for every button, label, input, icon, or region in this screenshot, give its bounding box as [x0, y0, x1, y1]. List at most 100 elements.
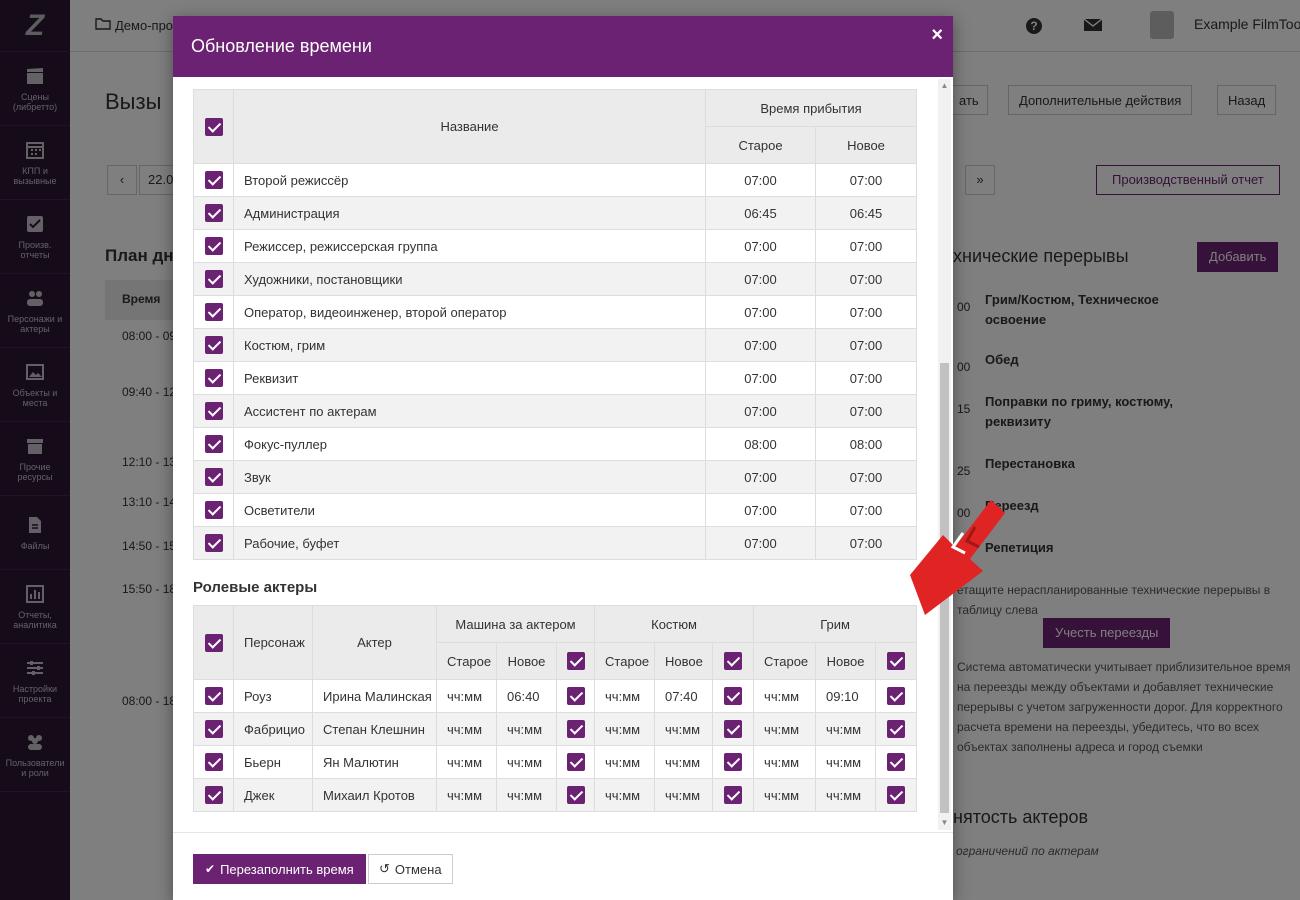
crew-name: Ассистент по актерам: [233, 394, 706, 428]
costume-old-time: чч:мм: [594, 778, 656, 812]
crew-new-time[interactable]: 07:00: [814, 394, 918, 428]
cancel-label: Отмена: [394, 861, 442, 877]
crew-name: Художники, постановщики: [233, 262, 706, 296]
actor-row-checkbox[interactable]: [193, 778, 234, 812]
costume-new-time[interactable]: чч:мм: [654, 745, 714, 779]
scroll-up-icon[interactable]: ▲: [938, 79, 951, 93]
crew-old-time: 07:00: [705, 328, 816, 362]
actor-name: Ирина Малинская: [312, 679, 437, 713]
crew-new-time[interactable]: 07:00: [814, 295, 918, 329]
makeup-new-time[interactable]: чч:мм: [815, 712, 877, 746]
costume-checkbox[interactable]: [712, 679, 755, 713]
crew-old-time: 07:00: [705, 295, 816, 329]
car-new-time[interactable]: чч:мм: [496, 778, 557, 812]
select-all-actors-checkbox[interactable]: [193, 605, 234, 680]
crew-row-checkbox[interactable]: [193, 262, 234, 296]
crew-row-checkbox[interactable]: [193, 229, 234, 263]
makeup-old-time: чч:мм: [753, 679, 817, 713]
car-checkbox[interactable]: [555, 745, 596, 779]
car-select-all-checkbox[interactable]: [555, 642, 596, 680]
costume-checkbox[interactable]: [712, 712, 755, 746]
car-new-time[interactable]: 06:40: [496, 679, 557, 713]
cancel-button[interactable]: ↺ Отмена: [368, 854, 453, 884]
crew-new-time[interactable]: 07:00: [814, 328, 918, 362]
car-new-time[interactable]: чч:мм: [496, 712, 557, 746]
crew-row-checkbox[interactable]: [193, 295, 234, 329]
makeup-checkbox[interactable]: [875, 712, 918, 746]
crew-row: Звук 07:00 07:00: [193, 460, 918, 494]
refill-time-button[interactable]: ✔ Перезаполнить время: [193, 854, 366, 884]
crew-new-time[interactable]: 07:00: [814, 262, 918, 296]
crew-old-time: 06:45: [705, 196, 816, 230]
makeup-select-all-checkbox[interactable]: [875, 642, 918, 680]
actor-name: Ян Малютин: [312, 745, 437, 779]
makeup-new-time[interactable]: 09:10: [815, 679, 877, 713]
crew-row-checkbox[interactable]: [193, 328, 234, 362]
modal-body[interactable]: Название Время прибытия Старое Новое Вто…: [173, 77, 953, 832]
crew-row-checkbox[interactable]: [193, 163, 234, 197]
crew-name: Второй режиссёр: [233, 163, 706, 197]
crew-name: Администрация: [233, 196, 706, 230]
crew-row-checkbox[interactable]: [193, 427, 234, 461]
actor-row: Джек Михаил Кротов чч:мм чч:мм чч:мм чч:мм чч:…: [193, 778, 918, 812]
car-checkbox[interactable]: [555, 679, 596, 713]
crew-new-time[interactable]: 07:00: [814, 460, 918, 494]
scroll-down-icon[interactable]: ▼: [938, 816, 951, 830]
crew-row-checkbox[interactable]: [193, 460, 234, 494]
undo-icon: ↺: [379, 861, 390, 876]
crew-old-time: 07:00: [705, 493, 816, 527]
crew-row-checkbox[interactable]: [193, 361, 234, 395]
costume-checkbox[interactable]: [712, 745, 755, 779]
col-name-header: Название: [233, 89, 706, 164]
actor-row-checkbox[interactable]: [193, 712, 234, 746]
car-checkbox[interactable]: [555, 712, 596, 746]
crew-new-time[interactable]: 07:00: [814, 493, 918, 527]
crew-new-time[interactable]: 07:00: [814, 229, 918, 263]
actor-row-checkbox[interactable]: [193, 745, 234, 779]
costume-checkbox[interactable]: [712, 778, 755, 812]
check-icon: ✔: [205, 862, 216, 876]
crew-name: Рабочие, буфет: [233, 526, 706, 560]
makeup-checkbox[interactable]: [875, 778, 918, 812]
crew-row-checkbox[interactable]: [193, 526, 234, 560]
update-time-modal: Обновление времени × Название Время приб…: [173, 16, 953, 900]
costume-new-time[interactable]: 07:40: [654, 679, 714, 713]
character-name: Роуз: [233, 679, 313, 713]
car-checkbox[interactable]: [555, 778, 596, 812]
costume-select-all-checkbox[interactable]: [712, 642, 755, 680]
crew-old-time: 07:00: [705, 262, 816, 296]
col-arrival-header: Время прибытия: [704, 89, 918, 127]
actor-row-checkbox[interactable]: [193, 679, 234, 713]
actor-row: Роуз Ирина Малинская чч:мм 06:40 чч:мм 07:40 ч…: [193, 679, 918, 713]
costume-new-time[interactable]: чч:мм: [654, 712, 714, 746]
crew-new-time[interactable]: 08:00: [814, 427, 918, 461]
crew-name: Режиссер, режиссерская группа: [233, 229, 706, 263]
crew-row-checkbox[interactable]: [193, 493, 234, 527]
crew-new-time[interactable]: 07:00: [814, 163, 918, 197]
crew-old-time: 07:00: [705, 526, 816, 560]
makeup-new-time[interactable]: чч:мм: [815, 745, 877, 779]
crew-row: Ассистент по актерам 07:00 07:00: [193, 394, 918, 428]
col-character-header: Персонаж: [233, 605, 313, 680]
car-new-time[interactable]: чч:мм: [496, 745, 557, 779]
costume-old-time: чч:мм: [594, 712, 656, 746]
character-name: Фабрицио: [233, 712, 313, 746]
crew-row-checkbox[interactable]: [193, 196, 234, 230]
crew-row: Режиссер, режиссерская группа 07:00 07:00: [193, 229, 918, 263]
select-all-crew-checkbox[interactable]: [193, 89, 234, 164]
makeup-new-header: Новое: [815, 642, 877, 680]
character-name: Бьерн: [233, 745, 313, 779]
makeup-checkbox[interactable]: [875, 745, 918, 779]
car-old-time: чч:мм: [436, 679, 497, 713]
crew-new-time[interactable]: 06:45: [814, 196, 918, 230]
makeup-checkbox[interactable]: [875, 679, 918, 713]
makeup-new-time[interactable]: чч:мм: [815, 778, 877, 812]
crew-row-checkbox[interactable]: [193, 394, 234, 428]
costume-new-time[interactable]: чч:мм: [654, 778, 714, 812]
close-icon[interactable]: ×: [931, 24, 943, 47]
car-new-header: Новое: [496, 642, 557, 680]
crew-new-time[interactable]: 07:00: [814, 361, 918, 395]
crew-new-time[interactable]: 07:00: [814, 526, 918, 560]
crew-old-time: 07:00: [705, 229, 816, 263]
modal-scrollbar[interactable]: ▲ ▼: [938, 79, 951, 830]
